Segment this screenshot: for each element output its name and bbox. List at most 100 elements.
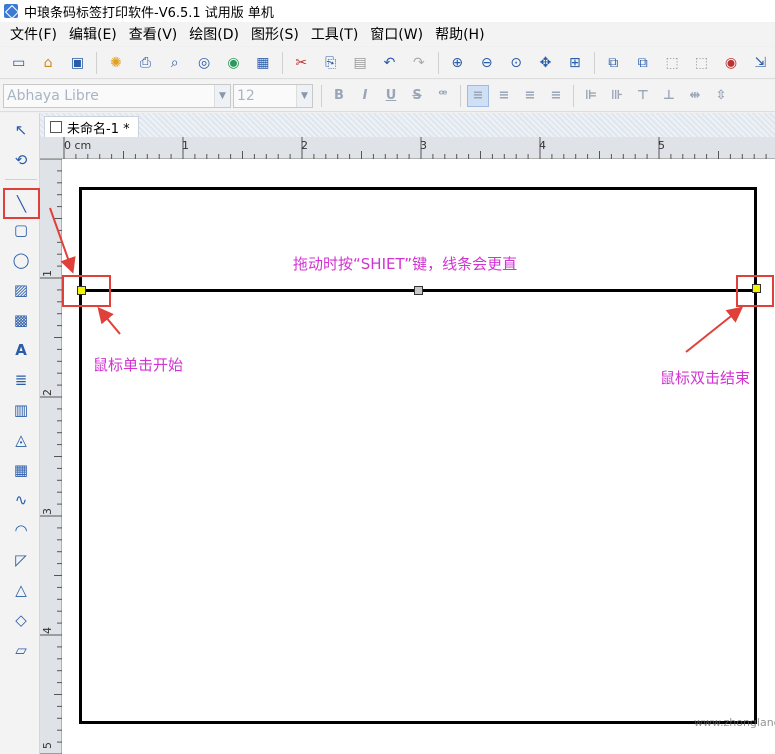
menu-shape[interactable]: 图形(S)	[245, 24, 305, 44]
vertical-ruler: 1 2 3 4 5	[40, 159, 62, 754]
zoom-fit-icon[interactable]: ⊙	[505, 52, 526, 74]
tool-palette: ↖ ⟲ ╲ ▢ ◯ ▨ ▩ A ≣ ▥ ◬ ▦ ∿ ◠ ◸ △ ◇ ▱	[0, 113, 40, 754]
align-objects-left-icon[interactable]: ⊫	[580, 85, 602, 107]
ruler-label: 1	[41, 270, 54, 277]
menu-file[interactable]: 文件(F)	[4, 24, 63, 44]
toolbar-separator	[460, 84, 461, 107]
chevron-down-icon[interactable]: ▼	[214, 84, 230, 107]
redo-icon[interactable]: ↷	[408, 52, 429, 74]
align-left-icon[interactable]: ≡	[467, 84, 489, 107]
bring-front-icon[interactable]: ⧉	[603, 52, 624, 74]
paste-icon[interactable]: ▤	[349, 52, 370, 74]
line-tool-icon[interactable]: ╲	[3, 188, 40, 219]
data-matrix-icon[interactable]: ◬	[8, 427, 34, 453]
align-objects-top-icon[interactable]: ⊤	[632, 85, 654, 107]
font-size-value: 12	[237, 87, 255, 104]
export-icon[interactable]: ⇲	[750, 52, 771, 74]
end-highlight-box	[736, 275, 774, 307]
arc-icon[interactable]: ◠	[8, 517, 34, 543]
toolbar-separator	[593, 51, 595, 74]
database-icon[interactable]: ◎	[193, 52, 214, 74]
zoom-in-icon[interactable]: ⊕	[447, 52, 468, 74]
ruler-label: 4	[539, 139, 546, 152]
distribute-h-icon[interactable]: ⇹	[684, 85, 706, 107]
underline-button[interactable]: U	[380, 85, 402, 107]
save-icon[interactable]: ▣	[67, 52, 88, 74]
cut-icon[interactable]: ✂	[291, 52, 312, 74]
font-size-select[interactable]: 12 ▼	[233, 83, 313, 108]
bold-button[interactable]: B	[328, 85, 350, 107]
italic-button[interactable]: I	[354, 85, 376, 107]
char-spacing-icon[interactable]: ꟹ	[432, 85, 454, 107]
align-right-icon[interactable]: ≡	[519, 85, 541, 107]
format-toolbar: Abhaya Libre ▼ 12 ▼ B I U S ꟹ ≡ ≡ ≡ ≡ ⊫ …	[0, 80, 775, 112]
toolbar-separator	[321, 84, 322, 107]
fit-page-icon[interactable]: ✥	[535, 52, 556, 74]
ruler-label: 2	[41, 389, 54, 396]
grid-icon[interactable]: ▦	[252, 52, 273, 74]
ungroup-icon[interactable]: ⬚	[691, 52, 712, 74]
window-icon[interactable]: ▭	[8, 52, 29, 74]
print-preview-icon[interactable]: ⌕	[164, 52, 185, 74]
hint-annotation: 拖动时按“SHIET”键，线条会更直	[293, 255, 518, 273]
settings-icon[interactable]: ✺	[105, 52, 126, 74]
group-icon[interactable]: ⬚	[661, 52, 682, 74]
tab-title: 未命名-1 *	[67, 121, 130, 137]
menu-window[interactable]: 窗口(W)	[364, 24, 429, 44]
chevron-down-icon[interactable]: ▼	[296, 84, 312, 107]
ruler-label: 2	[301, 139, 308, 152]
data-source-icon[interactable]: ◉	[223, 52, 244, 74]
main-toolbar: ▭ ⌂ ▣ ✺ ⎙ ⌕ ◎ ◉ ▦ ✂ ⎘ ▤ ↶ ↷ ⊕ ⊖ ⊙ ✥ ⊞ ⧉ …	[0, 47, 775, 79]
triangle-icon[interactable]: △	[8, 577, 34, 603]
parallelogram-icon[interactable]: ▱	[8, 637, 34, 663]
diamond-icon[interactable]: ◇	[8, 607, 34, 633]
ruler-label: 4	[41, 627, 54, 634]
menu-draw[interactable]: 绘图(D)	[183, 24, 245, 44]
send-back-icon[interactable]: ⧉	[632, 52, 653, 74]
curve-icon[interactable]: ∿	[8, 487, 34, 513]
zoom-out-icon[interactable]: ⊖	[476, 52, 497, 74]
barcode-icon[interactable]: ▥	[8, 397, 34, 423]
font-name-select[interactable]: Abhaya Libre ▼	[3, 83, 231, 108]
paragraph-text-icon[interactable]: ≣	[8, 367, 34, 393]
palette-separator	[5, 179, 37, 180]
start-annotation: 鼠标单击开始	[93, 356, 184, 374]
open-icon[interactable]: ⌂	[37, 52, 58, 74]
align-center-icon[interactable]: ≡	[493, 85, 515, 107]
picture-icon[interactable]: ▩	[8, 307, 34, 333]
start-highlight-box	[62, 275, 111, 307]
line-mid-handle[interactable]	[414, 286, 423, 295]
toolbar-separator	[437, 51, 439, 74]
align-objects-bottom-icon[interactable]: ⊥	[658, 85, 680, 107]
ellipse-icon[interactable]: ◯	[8, 247, 34, 273]
ruler-label: 3	[420, 139, 427, 152]
text-icon[interactable]: A	[8, 337, 34, 363]
tab-document[interactable]: 未命名-1 *	[44, 116, 139, 137]
label-canvas[interactable]: 拖动时按“SHIET”键，线条会更直 鼠标单击开始 鼠标双击结束 www.zho…	[62, 159, 775, 754]
menu-view[interactable]: 查看(V)	[123, 24, 184, 44]
ruler-label: 5	[41, 742, 54, 749]
rounded-rect-icon[interactable]: ▢	[8, 217, 34, 243]
align-objects-center-icon[interactable]: ⊪	[606, 85, 628, 107]
polygon-icon[interactable]: ◸	[8, 547, 34, 573]
ruler-label: 0 cm	[64, 139, 92, 152]
font-name-value: Abhaya Libre	[7, 87, 99, 104]
copy-icon[interactable]: ⎘	[320, 52, 341, 74]
rotate-icon[interactable]: ⟲	[8, 147, 34, 173]
menu-help[interactable]: 帮助(H)	[429, 24, 490, 44]
undo-icon[interactable]: ↶	[379, 52, 400, 74]
image-icon[interactable]: ▨	[8, 277, 34, 303]
print-icon[interactable]: ⎙	[135, 52, 156, 74]
horizontal-ruler: 0 cm 1 2 3 4 5	[40, 137, 775, 159]
menu-edit[interactable]: 编辑(E)	[63, 24, 123, 44]
select-icon[interactable]: ↖	[8, 117, 34, 143]
qrcode-icon[interactable]: ▦	[8, 457, 34, 483]
strikethrough-button[interactable]: S	[406, 85, 428, 107]
menu-tools[interactable]: 工具(T)	[305, 24, 364, 44]
justify-icon[interactable]: ≡	[545, 85, 567, 107]
distribute-v-icon[interactable]: ⇳	[710, 85, 732, 107]
ruler-label: 1	[182, 139, 189, 152]
actual-size-icon[interactable]: ⊞	[564, 52, 585, 74]
preview-eye-icon[interactable]: ◉	[720, 52, 741, 74]
ruler-ticks	[40, 159, 62, 754]
